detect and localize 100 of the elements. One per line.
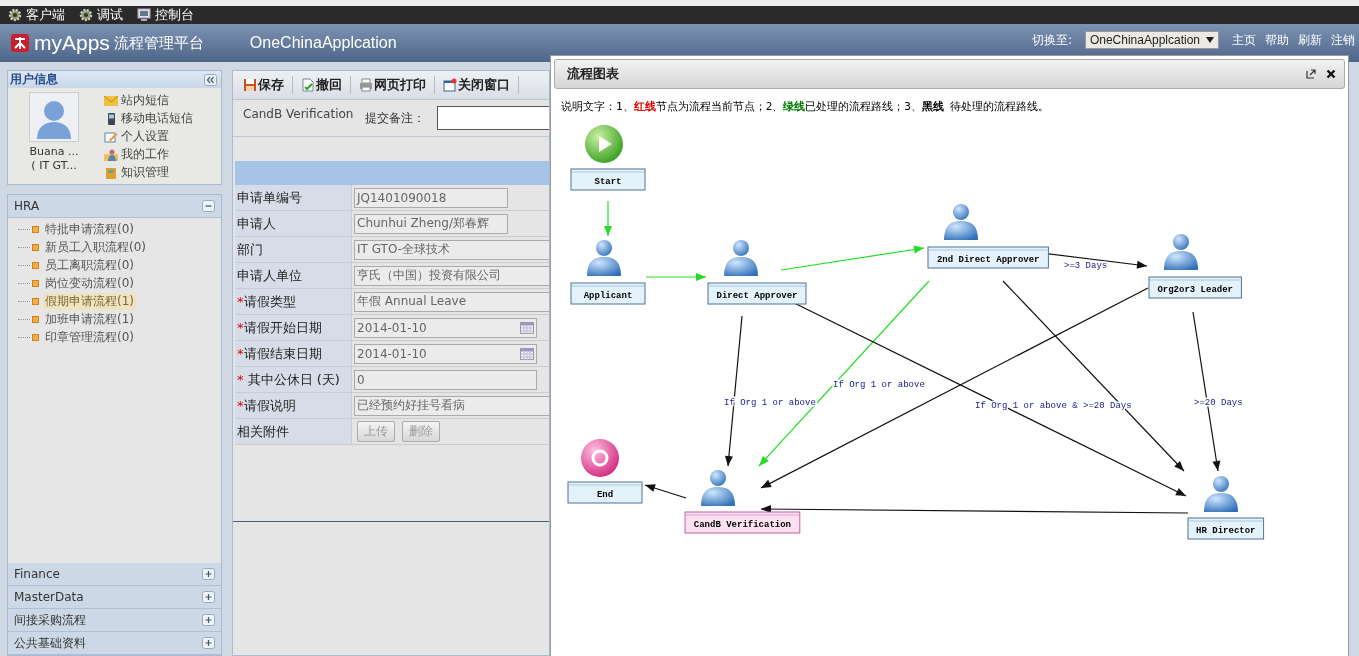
close-window-icon (443, 78, 457, 92)
process-node[interactable]: Org2or3 Leader (1148, 276, 1242, 299)
date-field[interactable]: 2014-01-10 (354, 317, 537, 338)
process-node[interactable]: Start (570, 168, 646, 191)
expand-icon[interactable] (202, 637, 215, 649)
edge-label: >=3 Days (1064, 261, 1108, 271)
field-label: 相关附件 (235, 419, 352, 444)
caret-icon (1206, 37, 1214, 43)
field-label: 申请人 (235, 211, 352, 236)
user-department: ( IT GT... (31, 159, 77, 173)
header-link[interactable]: 刷新 (1298, 31, 1322, 49)
toolbar-link[interactable]: 客户端 (8, 6, 65, 24)
section-title[interactable]: 间接采购流程 (14, 611, 86, 629)
tree-item[interactable]: 新员工入职流程(0) (43, 238, 148, 256)
bullet-icon (32, 261, 39, 269)
toolbar-link[interactable]: 调试 (79, 6, 123, 24)
expand-icon[interactable] (202, 568, 215, 580)
remark-input[interactable] (437, 106, 549, 130)
toolbar-button[interactable]: 关闭窗口 (443, 76, 519, 94)
process-node[interactable]: Applicant (570, 282, 646, 305)
process-node[interactable]: 2nd Direct Approver (927, 246, 1049, 269)
section-title[interactable]: 公共基础资料 (14, 634, 86, 652)
popout-icon[interactable] (1306, 69, 1316, 79)
app-select[interactable]: OneChinaApplcation (1084, 31, 1219, 49)
text-field[interactable]: IT GTO-全球技术 (354, 239, 549, 260)
expand-icon[interactable] (202, 591, 215, 603)
field-label: *请假开始日期 (235, 315, 352, 340)
field-label: *请假说明 (235, 393, 352, 418)
bullet-icon (32, 315, 39, 323)
user-name: Buana ... (29, 145, 79, 159)
section-title[interactable]: Finance (14, 567, 60, 581)
tree-item[interactable]: 假期申请流程(1) (43, 292, 136, 310)
tree-item[interactable]: 印章管理流程(0) (43, 328, 136, 346)
user-menu-link[interactable]: 我的工作 (121, 146, 169, 163)
printer-icon (359, 78, 373, 92)
close-icon[interactable] (1326, 69, 1336, 79)
expand-icon[interactable] (202, 614, 215, 626)
process-node[interactable]: End (567, 481, 643, 504)
toolbar-link[interactable]: 控制台 (137, 6, 194, 24)
date-field[interactable]: 2014-01-10 (354, 343, 537, 364)
toolbar-button[interactable]: 保存 (243, 76, 293, 94)
field-label: *请假类型 (235, 289, 352, 314)
bullet-icon (32, 225, 39, 233)
app-name: OneChinaApplcation (249, 34, 397, 52)
user-menu-link[interactable]: 移动电话短信 (121, 110, 193, 127)
edit-icon (104, 130, 118, 143)
field-label: 申请人单位 (235, 263, 352, 288)
envelope-icon (104, 94, 118, 107)
person-icon (1164, 234, 1198, 270)
section-title[interactable]: MasterData (14, 590, 84, 604)
field-label: 部门 (235, 237, 352, 262)
field-label: 申请单编号 (235, 185, 352, 210)
bullet-icon (32, 333, 39, 341)
tree-item[interactable]: 加班申请流程(1) (43, 310, 136, 328)
header-link[interactable]: 主页 (1232, 31, 1256, 49)
header-link[interactable]: 帮助 (1265, 31, 1289, 49)
header-link[interactable]: 注销 (1331, 31, 1355, 49)
brand-name: myApps (34, 31, 110, 55)
step-name: CandB Verification (243, 107, 354, 121)
end-icon (581, 439, 619, 477)
user-menu-link[interactable]: 知识管理 (121, 164, 169, 181)
text-field[interactable]: 已经预约好挂号看病 (354, 395, 549, 416)
toolbar-button[interactable]: 网页打印 (359, 76, 435, 94)
collapse-icon[interactable] (204, 73, 217, 86)
bullet-icon (32, 243, 39, 251)
person-icon (104, 148, 118, 161)
person-icon (724, 240, 758, 276)
legend-text: 说明文字：1、红线节点为流程当前节点；2、绿线已处理的流程路线；3、黑线 待处理的流程路线。 (561, 99, 1051, 114)
bullet-icon (32, 279, 39, 287)
process-node[interactable]: Direct Approver (707, 282, 807, 305)
text-field[interactable]: Chunhui Zheng/郑春辉 (354, 213, 508, 234)
edge-label: If Org 1 or above (833, 380, 925, 390)
user-menu-link[interactable]: 站内短信 (121, 92, 169, 109)
person-icon (944, 204, 978, 240)
text-field[interactable]: 年假 Annual Leave (354, 291, 549, 312)
book-icon (104, 166, 118, 179)
process-node[interactable]: CandB Verification (684, 511, 801, 534)
calendar-icon (520, 347, 534, 360)
process-node[interactable]: HR Director (1187, 517, 1265, 540)
calendar-icon (520, 321, 534, 334)
save-icon (243, 78, 257, 92)
dialog-title: 流程图表 (567, 65, 619, 83)
text-field[interactable]: 亨氏（中国）投资有限公司 (354, 265, 549, 286)
platform-name: 流程管理平台 (113, 33, 204, 53)
user-menu-link[interactable]: 个人设置 (121, 128, 169, 145)
field-label: *请假结束日期 (235, 341, 352, 366)
panel-title: 用户信息 (10, 71, 58, 88)
person-icon (1204, 476, 1238, 512)
toolbar-button[interactable]: 撤回 (301, 76, 351, 94)
text-field[interactable]: JQ1401090018 (354, 187, 508, 208)
start-icon (585, 125, 623, 163)
logo-icon (10, 33, 30, 53)
tree-item[interactable]: 岗位变动流程(0) (43, 274, 136, 292)
field-label: 提交备注： (365, 109, 426, 127)
collapse-icon[interactable] (202, 200, 215, 212)
number-field[interactable]: 0 (354, 369, 537, 390)
field-label: * 其中公休日 (天) (235, 367, 352, 392)
tree-item[interactable]: 员工离职流程(0) (43, 256, 136, 274)
tree-item[interactable]: 特批申请流程(0) (43, 220, 136, 238)
section-title[interactable]: HRA (14, 199, 40, 213)
